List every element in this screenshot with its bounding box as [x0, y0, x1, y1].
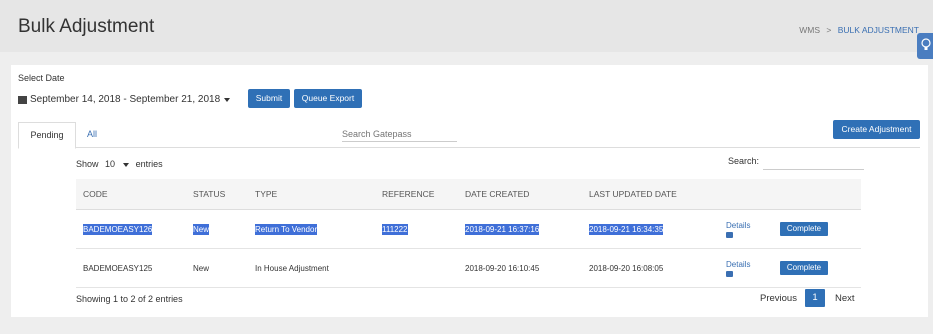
- table-row: BADEMOEASY125 New In House Adjustment 20…: [76, 249, 861, 288]
- caret-down-icon: [224, 97, 231, 102]
- main-panel: Select Date September 14, 2018 - Septemb…: [11, 65, 928, 317]
- page-header: Bulk Adjustment WMS > BULK ADJUSTMENT: [0, 0, 933, 59]
- column-header[interactable]: DATE CREATED: [465, 179, 529, 209]
- gatepass-search-input[interactable]: [342, 127, 457, 142]
- breadcrumb-root[interactable]: WMS: [799, 25, 820, 35]
- reference-cell: 111222: [382, 223, 408, 235]
- breadcrumb: WMS > BULK ADJUSTMENT: [799, 25, 919, 35]
- status-cell: New: [193, 263, 210, 273]
- tab-pending[interactable]: Pending: [18, 122, 76, 149]
- create-adjustment-button[interactable]: Create Adjustment: [833, 120, 920, 139]
- adjustments-table: CODE STATUS TYPE REFERENCE DATE CREATED …: [76, 179, 861, 288]
- last-updated-cell: 2018-09-21 16:34:35: [589, 223, 664, 235]
- previous-page-button[interactable]: Previous: [760, 293, 797, 304]
- complete-button[interactable]: Complete: [780, 261, 828, 275]
- type-cell: Return To Vendor: [255, 223, 318, 235]
- caret-down-icon: [123, 163, 130, 167]
- complete-button[interactable]: Complete: [780, 222, 828, 236]
- status-cell: New: [193, 223, 210, 235]
- tab-all[interactable]: All: [87, 122, 97, 147]
- type-cell: In House Adjustment: [255, 263, 329, 273]
- column-header[interactable]: STATUS: [193, 179, 225, 209]
- tab-divider: [18, 147, 920, 148]
- date-range-value: September 14, 2018 - September 21, 2018: [30, 94, 221, 105]
- queue-export-button[interactable]: Queue Export: [294, 89, 362, 108]
- select-date-label: Select Date: [18, 73, 65, 83]
- entries-select[interactable]: 10: [105, 159, 130, 169]
- table-info: Showing 1 to 2 of 2 entries: [76, 294, 183, 304]
- date-created-cell: 2018-09-20 16:10:45: [465, 263, 540, 273]
- breadcrumb-current[interactable]: BULK ADJUSTMENT: [838, 25, 919, 35]
- printer-icon[interactable]: [726, 231, 733, 238]
- column-header[interactable]: CODE: [83, 179, 108, 209]
- code-cell: BADEMOEASY125: [83, 263, 153, 273]
- search-label: Search:: [728, 156, 760, 166]
- table-search-input[interactable]: [763, 157, 864, 170]
- column-header[interactable]: LAST UPDATED DATE: [589, 179, 677, 209]
- last-updated-cell: 2018-09-20 16:08:05: [589, 263, 664, 273]
- calendar-icon: [18, 95, 27, 104]
- pagination: Previous 1 Next: [760, 289, 855, 307]
- show-label: Show: [76, 159, 99, 169]
- column-header[interactable]: REFERENCE: [382, 179, 434, 209]
- column-header[interactable]: TYPE: [255, 179, 277, 209]
- date-created-cell: 2018-09-21 16:37:16: [465, 223, 540, 235]
- code-cell: BADEMOEASY126: [83, 223, 153, 235]
- table-row: BADEMOEASY126 New Return To Vendor 11122…: [76, 210, 861, 249]
- breadcrumb-separator: >: [826, 25, 832, 35]
- table-header-row: CODE STATUS TYPE REFERENCE DATE CREATED …: [76, 179, 861, 210]
- page-title: Bulk Adjustment: [18, 16, 155, 37]
- lightbulb-icon[interactable]: [917, 33, 933, 59]
- page-1-button[interactable]: 1: [804, 289, 825, 307]
- next-page-button[interactable]: Next: [835, 293, 855, 304]
- date-range-picker[interactable]: September 14, 2018 - September 21, 2018: [18, 94, 231, 105]
- details-link[interactable]: Details: [726, 221, 750, 230]
- entries-label: entries: [135, 159, 163, 169]
- entries-length-control: Show 10 entries: [76, 159, 163, 169]
- printer-icon[interactable]: [726, 270, 733, 277]
- submit-button[interactable]: Submit: [248, 89, 290, 108]
- details-link[interactable]: Details: [726, 260, 750, 269]
